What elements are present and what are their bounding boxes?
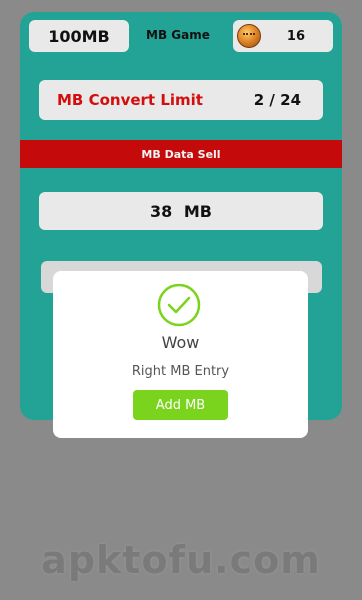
- convert-limit-row: MB Convert Limit 2 / 24: [39, 80, 323, 120]
- coin-counter: 16: [233, 20, 333, 52]
- watermark: apktofu.com: [41, 538, 321, 582]
- game-title: MB Game: [146, 28, 210, 42]
- mb-balance-badge: 100MB: [29, 20, 129, 52]
- add-mb-button[interactable]: Add MB: [133, 390, 228, 420]
- coin-count: 16: [286, 28, 305, 44]
- dialog-message: Right MB Entry: [131, 364, 230, 379]
- coin-icon: [237, 24, 261, 48]
- data-sell-banner[interactable]: MB Data Sell: [20, 140, 342, 168]
- convert-limit-count: 2 / 24: [253, 91, 301, 109]
- checkmark-circle-icon: [157, 283, 201, 327]
- dialog-title: Wow: [161, 333, 200, 352]
- convert-limit-label: MB Convert Limit: [57, 91, 203, 109]
- success-dialog: Wow Right MB Entry Add MB: [53, 271, 308, 438]
- mb-entry-display: 38 MB: [39, 192, 323, 230]
